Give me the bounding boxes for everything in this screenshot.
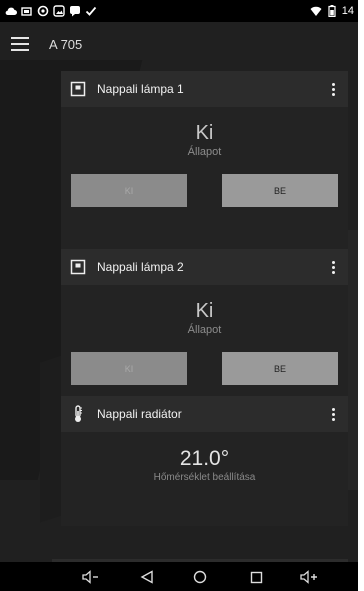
image-icon xyxy=(52,5,65,18)
status-bar-time: 14 xyxy=(341,5,354,17)
card-body[interactable]: 21.0° Hőmérséklet beállítása xyxy=(61,432,348,526)
recents-icon[interactable] xyxy=(245,566,267,588)
off-button[interactable]: KI xyxy=(71,174,187,207)
state-label: Állapot xyxy=(187,324,222,336)
app-bar: A 705 xyxy=(0,22,358,66)
check-icon xyxy=(84,5,97,18)
status-bar-system: 14 xyxy=(310,5,354,18)
on-button[interactable]: BE xyxy=(222,352,338,385)
light-switch-icon xyxy=(69,80,87,98)
volume-down-icon[interactable] xyxy=(80,566,102,588)
card-header: Nappali lámpa 1 xyxy=(61,71,348,107)
state-label: Állapot xyxy=(187,146,222,158)
state-value: Ki xyxy=(195,122,214,144)
phone-display: 14 A 705 Nappali lámpa 1 Ki Állapot KI B… xyxy=(0,0,358,591)
card-title: Nappali radiátor xyxy=(97,407,182,421)
card-body: Ki Állapot KI BE xyxy=(61,107,348,251)
battery-icon xyxy=(326,5,339,18)
navigation-bar xyxy=(0,562,358,591)
device-card-lamp-2: Nappali lámpa 2 Ki Állapot KI BE xyxy=(61,249,348,405)
card-body: Ki Állapot KI BE xyxy=(61,285,348,405)
more-options-icon[interactable] xyxy=(326,405,340,423)
more-options-icon[interactable] xyxy=(326,258,340,276)
back-icon[interactable] xyxy=(136,566,158,588)
app-title: A 705 xyxy=(49,36,83,52)
screen: 14 A 705 Nappali lámpa 1 Ki Állapot KI B… xyxy=(0,0,364,591)
status-bar-notifications xyxy=(4,5,97,18)
home-icon[interactable] xyxy=(189,566,211,588)
device-card-lamp-1: Nappali lámpa 1 Ki Állapot KI BE xyxy=(61,71,348,251)
message-icon xyxy=(68,5,81,18)
thermometer-icon xyxy=(69,405,87,423)
hamburger-menu-icon[interactable] xyxy=(11,37,29,51)
card-header: Nappali radiátor xyxy=(61,396,348,432)
card-title: Nappali lámpa 2 xyxy=(97,260,184,274)
on-button[interactable]: BE xyxy=(222,174,338,207)
card-header: Nappali lámpa 2 xyxy=(61,249,348,285)
off-button[interactable]: KI xyxy=(71,352,187,385)
volume-up-icon[interactable] xyxy=(299,566,321,588)
temperature-label: Hőmérséklet beállítása xyxy=(153,472,256,483)
temperature-value: 21.0° xyxy=(179,447,230,470)
button-row: KI BE xyxy=(61,352,348,385)
more-options-icon[interactable] xyxy=(326,80,340,98)
cloud-icon xyxy=(4,5,17,18)
status-bar: 14 xyxy=(0,0,358,22)
device-card-radiator: Nappali radiátor 21.0° Hőmérséklet beáll… xyxy=(61,396,348,526)
button-row: KI BE xyxy=(61,174,348,207)
wifi-icon xyxy=(310,5,323,18)
light-switch-icon xyxy=(69,258,87,276)
card-title: Nappali lámpa 1 xyxy=(97,82,184,96)
phone-screen-icon xyxy=(20,5,33,18)
sync-circle-icon xyxy=(36,5,49,18)
state-value: Ki xyxy=(195,300,214,322)
